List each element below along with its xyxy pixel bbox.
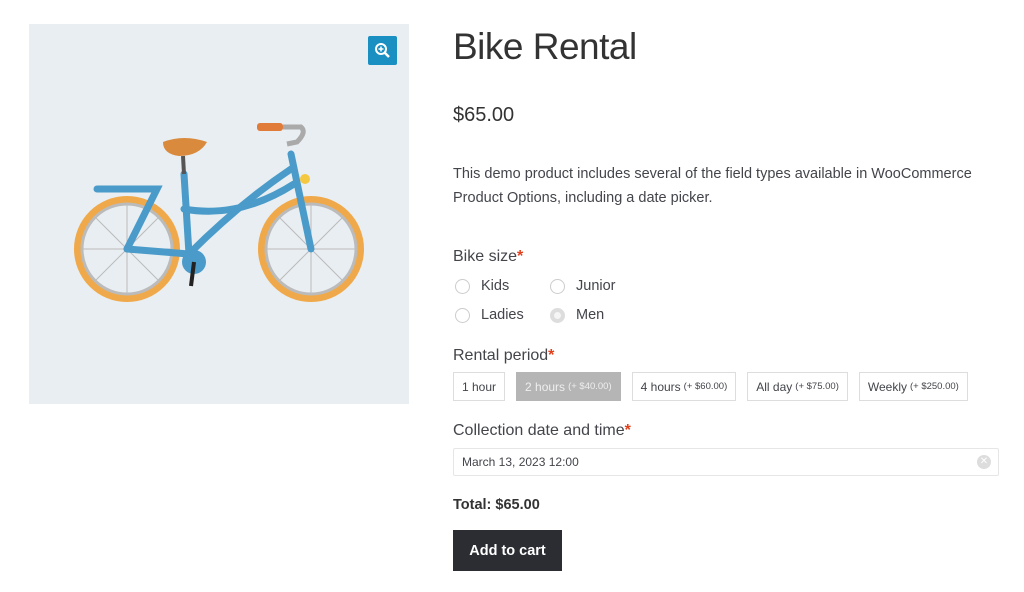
- bike-size-label: Bike size*: [453, 248, 524, 265]
- product-title: Bike Rental: [453, 26, 637, 67]
- zoom-button[interactable]: [368, 36, 397, 65]
- clear-circle-icon[interactable]: ✕: [977, 455, 991, 469]
- date-value: March 13, 2023 12:00: [462, 455, 579, 469]
- radio-label: Men: [576, 307, 605, 323]
- period-1-hour[interactable]: 1 hour: [453, 372, 506, 401]
- radio-label: Ladies: [481, 307, 524, 323]
- radio-circle[interactable]: [550, 307, 565, 323]
- product-gallery[interactable]: [29, 24, 409, 404]
- period-4-hours[interactable]: 4 hours (+ $60.00): [631, 372, 737, 401]
- radio-label: Kids: [481, 278, 510, 294]
- zoom-in-icon: [375, 43, 390, 58]
- rental-period-label: Rental period*: [453, 347, 555, 364]
- radio-circle[interactable]: [455, 307, 470, 323]
- add-to-cart-button[interactable]: Add to cart: [453, 530, 562, 571]
- radio-label: Junior: [576, 278, 616, 294]
- radio-kids[interactable]: Kids: [455, 278, 509, 294]
- product-description: This demo product includes several of th…: [453, 166, 972, 206]
- period-all-day[interactable]: All day (+ $75.00): [747, 372, 848, 401]
- product-summary: Bike Rental $65.00 This demo product inc…: [453, 24, 1003, 571]
- rental-period-options: 1 hour 2 hours (+ $40.00) 4 hours (+ $60.0…: [453, 372, 968, 401]
- collection-date-input[interactable]: March 13, 2023 12:00 ✕: [453, 448, 999, 476]
- bike-image: [74, 123, 364, 302]
- collection-date-label: Collection date and time*: [453, 422, 631, 439]
- radio-circle[interactable]: [550, 278, 565, 294]
- radio-circle[interactable]: [455, 278, 470, 294]
- total-price: Total: $65.00: [453, 497, 540, 513]
- period-2-hours[interactable]: 2 hours (+ $40.00): [516, 372, 621, 401]
- radio-junior[interactable]: Junior: [550, 278, 616, 294]
- period-weekly[interactable]: Weekly (+ $250.00): [858, 372, 968, 401]
- radio-men[interactable]: Men: [550, 307, 604, 323]
- radio-ladies[interactable]: Ladies: [455, 307, 524, 323]
- product-price: $65.00: [453, 104, 515, 126]
